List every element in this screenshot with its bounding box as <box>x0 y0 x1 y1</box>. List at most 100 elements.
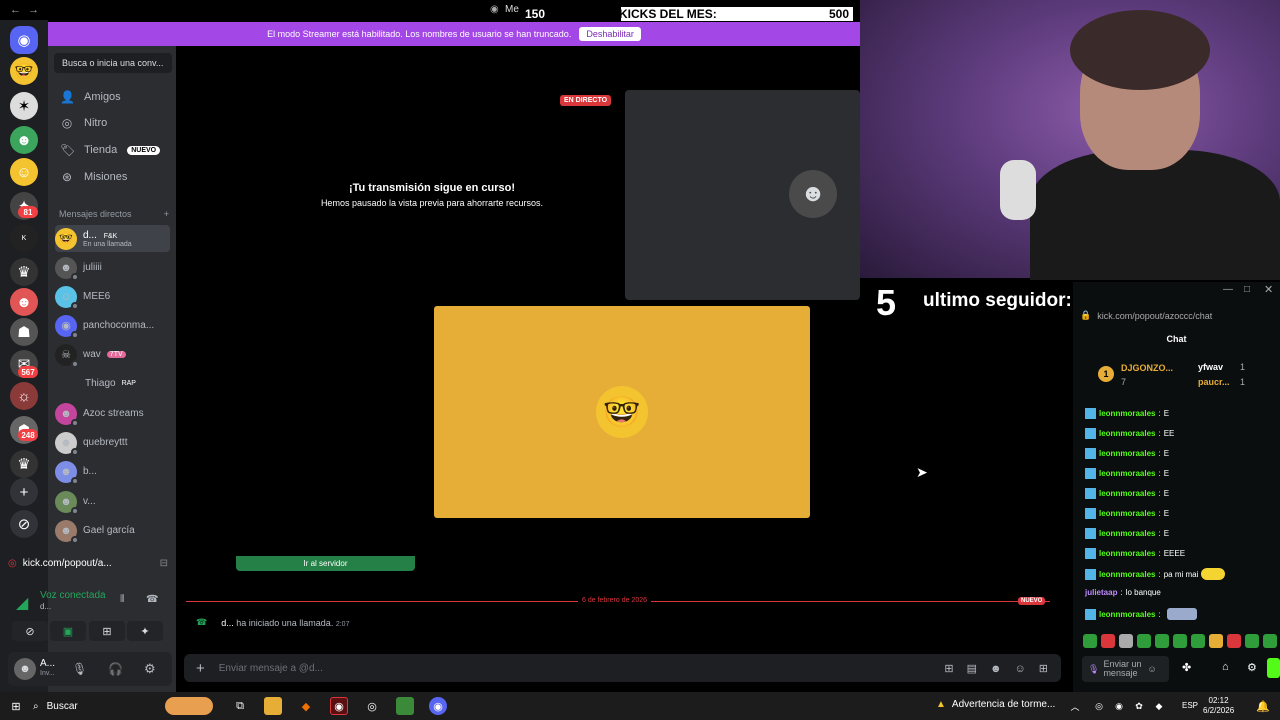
chat-settings-icon[interactable]: ⚙ <box>1247 661 1257 674</box>
screen-icon[interactable]: ⊟ <box>160 558 168 569</box>
settings-gear-icon[interactable]: ⚙ <box>144 661 156 677</box>
server-icon[interactable]: ☻ <box>10 288 38 316</box>
obs-icon[interactable]: ◉ <box>330 697 348 715</box>
add-server-icon[interactable]: + <box>10 478 38 506</box>
headphones-icon[interactable]: 🎧 <box>108 662 123 676</box>
screen-share-button[interactable]: ▣ <box>50 621 86 641</box>
tray-app-icon[interactable]: ◆ <box>1150 697 1168 715</box>
dm-item[interactable]: ◉ panchoconma... <box>55 312 170 339</box>
weather-alert[interactable]: ▲ Advertencia de torme... <box>936 699 1055 710</box>
chat-user[interactable]: leonnmoraales <box>1099 610 1155 619</box>
disable-streamer-button[interactable]: Deshabilitar <box>579 27 641 41</box>
nav-quests[interactable]: ⊛ Misiones <box>60 166 127 188</box>
notification-icon[interactable]: 🔔 <box>1254 697 1272 715</box>
discover-icon[interactable]: ⊘ <box>10 510 38 538</box>
chat-user[interactable]: leonnmoraales <box>1099 449 1155 458</box>
server-icon[interactable]: ♛ <box>10 258 38 286</box>
dm-item[interactable]: ☻ b... <box>55 458 170 485</box>
minecraft-icon[interactable] <box>396 697 414 715</box>
nitro-icon: ◎ <box>61 116 73 130</box>
camera-off-button[interactable]: ⊘ <box>12 621 48 641</box>
nav-shop[interactable]: 🏷 Tienda NUEVO <box>60 139 161 161</box>
nav-nitro[interactable]: ◎ Nitro <box>60 112 107 134</box>
chat-user[interactable]: leonnmoraales <box>1099 409 1155 418</box>
dm-item[interactable]: Thiago RAP <box>55 370 170 397</box>
tray-app-icon[interactable]: ✿ <box>1130 697 1148 715</box>
back-arrow-icon[interactable]: ← <box>10 4 21 16</box>
server-icon[interactable]: ✶ <box>10 92 38 120</box>
chat-url-bar[interactable]: 🔒 kick.com/popout/azoccc/chat <box>1080 310 1276 321</box>
windows-start-icon[interactable]: ⊞ <box>7 697 25 715</box>
store-icon[interactable]: ⌂ <box>1222 661 1229 673</box>
chat-user[interactable]: leonnmoraales <box>1099 509 1155 518</box>
discord-home-icon[interactable]: ◉ <box>10 26 38 54</box>
file-explorer-icon[interactable] <box>264 697 282 715</box>
emote-quickbar[interactable] <box>1083 634 1277 648</box>
task-view-icon[interactable]: ⧉ <box>231 697 249 715</box>
chat-user[interactable]: julietaap <box>1085 588 1117 597</box>
dm-tag: 7TV <box>106 351 126 358</box>
forward-arrow-icon[interactable]: → <box>28 4 39 16</box>
gifter-name[interactable]: yfwav <box>1198 362 1223 372</box>
chat-user[interactable]: leonnmoraales <box>1099 549 1155 558</box>
browser-icon[interactable]: ◆ <box>297 697 315 715</box>
taskbar-search[interactable]: ⌕ Buscar <box>33 696 213 716</box>
soundboard-icon[interactable]: ⦀ <box>120 594 124 605</box>
nav-quests-label: Misiones <box>84 171 128 183</box>
activities-button[interactable]: ⊞ <box>89 621 125 641</box>
popout-window-row[interactable]: ◎ kick.com/popout/a... ⊟ <box>8 551 168 575</box>
tray-app-icon[interactable]: ◉ <box>1110 697 1128 715</box>
microphone-icon[interactable]: 🎙 <box>72 662 87 676</box>
go-to-server-button[interactable]: Ir al servidor <box>236 556 415 571</box>
taskbar-clock[interactable]: 02:12 6/2/2026 <box>1203 696 1234 716</box>
dm-item[interactable]: ☻ v... <box>55 488 170 515</box>
call-user[interactable]: d... <box>221 618 234 628</box>
message-composer[interactable]: + Enviar mensaje a @d... ⊞▤☻☺⊞ <box>184 654 1061 682</box>
chat-user[interactable]: leonnmoraales <box>1099 429 1155 438</box>
chat-user[interactable]: leonnmoraales <box>1099 529 1155 538</box>
server-icon[interactable]: ☻ <box>10 126 38 154</box>
chat-url: kick.com/popout/azoccc/chat <box>1097 310 1213 321</box>
server-icon[interactable]: ☼ <box>10 382 38 410</box>
chat-user[interactable]: leonnmoraales <box>1099 469 1155 478</box>
chat-input[interactable]: 🎙 Enviar un mensaje ☺ <box>1082 656 1169 682</box>
close-icon[interactable]: ✕ <box>1264 283 1273 296</box>
send-button[interactable] <box>1267 658 1280 678</box>
dm-item[interactable]: ☻ Gael garcía <box>55 517 170 544</box>
tray-app-icon[interactable]: ◎ <box>1090 697 1108 715</box>
soundboard-button[interactable]: ✦ <box>127 621 163 641</box>
dm-item[interactable]: ☺ MEE6 <box>55 283 170 310</box>
language-indicator[interactable]: ESP <box>1182 701 1198 710</box>
dm-item[interactable]: ☻ juliiii <box>55 254 170 281</box>
gifter-name[interactable]: DJGONZO... <box>1121 363 1173 373</box>
add-attachment-icon[interactable]: + <box>196 660 205 677</box>
chat-title: Chat <box>1166 334 1187 344</box>
server-icon[interactable]: ♛ <box>10 450 38 478</box>
chat-user[interactable]: leonnmoraales <box>1099 489 1155 498</box>
create-dm-button[interactable]: + <box>164 209 169 219</box>
dm-item[interactable]: ☠ wav 7TV <box>55 341 170 368</box>
server-icon[interactable]: ☺ <box>10 158 38 186</box>
tray-chevron-icon[interactable]: ︿ <box>1066 697 1084 715</box>
chat-user[interactable]: leonnmoraales <box>1099 570 1155 579</box>
dm-item[interactable]: ☻ quebreyttt <box>55 429 170 456</box>
chrome-icon[interactable]: ◎ <box>363 697 381 715</box>
dm-search-input[interactable]: Busca o inicia una conv... <box>54 53 172 73</box>
avatar[interactable]: ☻ <box>14 658 36 680</box>
minimize-icon[interactable]: — <box>1223 284 1233 295</box>
disconnect-icon[interactable]: ☎ <box>146 594 158 605</box>
participant-tile-active[interactable]: 🤓 <box>434 306 810 518</box>
microphone-icon[interactable]: 🎙 <box>1088 664 1099 675</box>
server-icon[interactable]: K <box>10 224 38 252</box>
gifter-name[interactable]: paucr... <box>1198 377 1230 387</box>
server-icon[interactable]: 🤓 <box>10 57 38 85</box>
emote-picker-icon[interactable]: ✤ <box>1182 661 1191 674</box>
discord-taskbar-icon[interactable]: ◉ <box>429 697 447 715</box>
nav-friends[interactable]: 👤 Amigos <box>60 86 121 108</box>
server-icon[interactable]: ☗ <box>10 318 38 346</box>
emoji-icon[interactable]: ☺ <box>1147 664 1156 674</box>
dm-item[interactable]: 🤓 d... F&K En una llamada <box>55 225 170 252</box>
composer-tools-icons[interactable]: ⊞▤☻☺⊞ <box>944 662 1061 675</box>
maximize-icon[interactable]: □ <box>1244 284 1250 295</box>
dm-item[interactable]: ☻ Azoc streams <box>55 400 170 427</box>
